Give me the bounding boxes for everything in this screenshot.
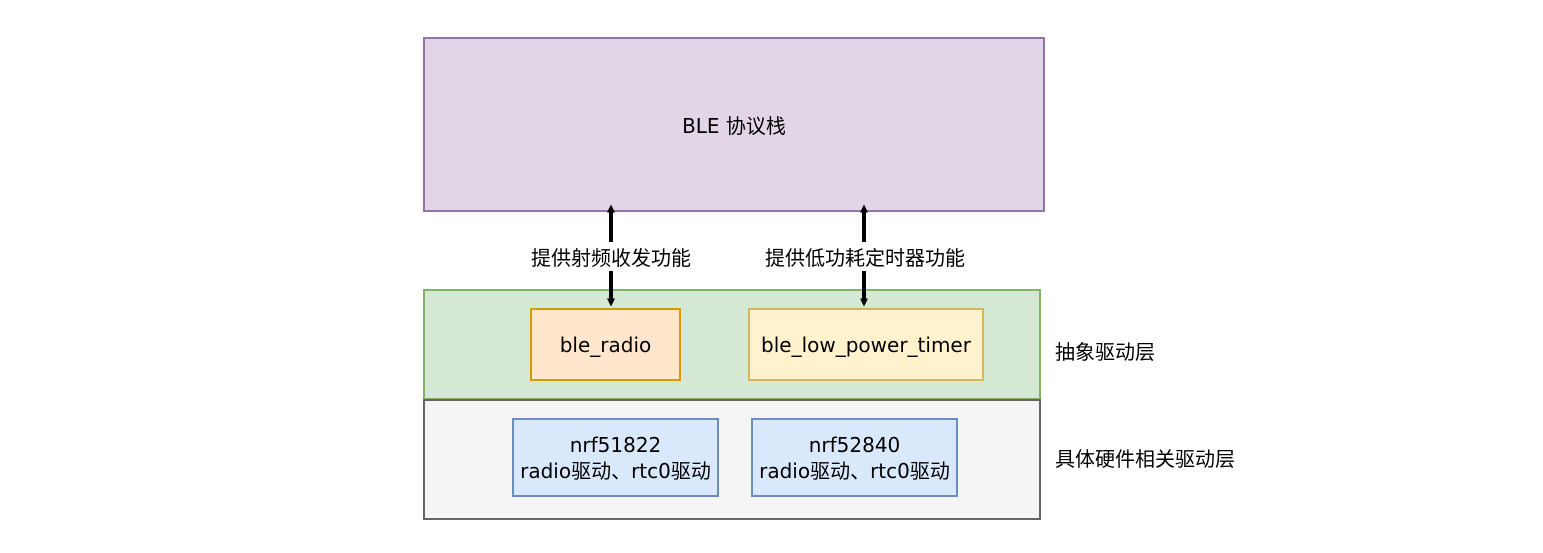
radio-connection-label: 提供射频收发功能 xyxy=(529,242,693,271)
connection-arrows xyxy=(607,204,868,307)
timer-connection-label: 提供低功耗定时器功能 xyxy=(763,242,967,271)
